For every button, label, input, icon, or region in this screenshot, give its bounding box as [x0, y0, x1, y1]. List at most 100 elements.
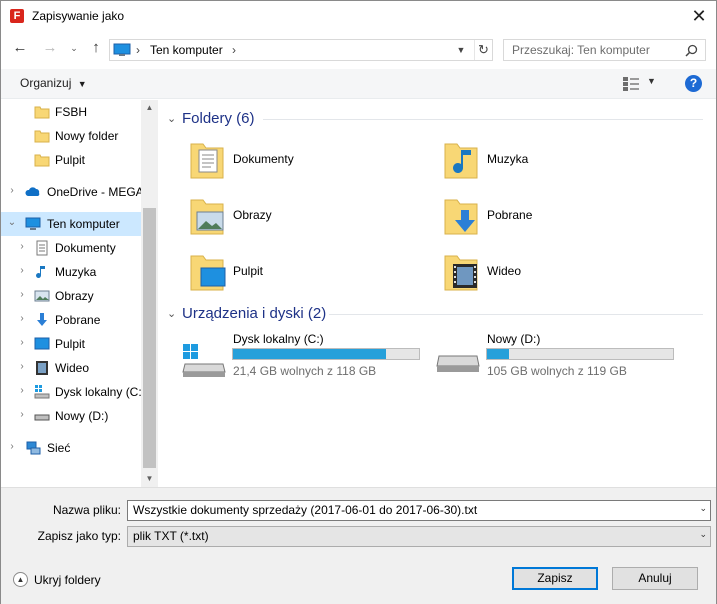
sidebar-item-label: Sieć — [47, 441, 71, 455]
address-dropdown-icon[interactable]: ▼ — [452, 40, 470, 60]
chevron-down-icon[interactable]: ⌄ — [699, 529, 707, 540]
video-folder-icon — [444, 255, 478, 291]
file-type-select[interactable]: plik TXT (*.txt) ⌄ — [127, 526, 711, 547]
refresh-icon[interactable]: ↻ — [474, 40, 492, 60]
sidebar-item-label: Pobrane — [55, 313, 101, 327]
folders-group-title[interactable]: Foldery (6) — [182, 110, 255, 127]
scroll-down-icon[interactable]: ▼ — [141, 471, 158, 487]
window-title: Zapisywanie jako — [32, 9, 125, 23]
sidebar-item-siec[interactable]: › Sieć — [1, 436, 141, 460]
sidebar-item-muzyka[interactable]: › Muzyka — [1, 260, 141, 284]
search-icon — [685, 44, 698, 57]
help-icon[interactable]: ? — [685, 75, 702, 92]
breadcrumb-location[interactable]: Ten komputer — [150, 41, 223, 59]
scroll-thumb[interactable] — [143, 208, 156, 468]
sidebar-item-ten-komputer[interactable]: ⌄ Ten komputer — [1, 212, 141, 236]
folder-icon — [34, 154, 50, 167]
back-arrow-icon[interactable]: ← — [11, 39, 29, 57]
address-bar[interactable]: › Ten komputer › ▼ ↻ — [109, 39, 493, 61]
drive-tile-d[interactable]: Nowy (D:) 105 GB wolnych z 119 GB — [433, 330, 683, 380]
sidebar-item-fsbh[interactable]: FSBH — [1, 100, 141, 124]
sidebar-item-dokumenty[interactable]: › Dokumenty — [1, 236, 141, 260]
expand-chevron-icon[interactable]: › — [7, 441, 17, 452]
group-divider — [263, 119, 703, 120]
collapse-chevron-icon[interactable]: ⌄ — [7, 217, 17, 228]
close-icon[interactable]: ✕ — [687, 5, 711, 27]
drive-usage-fill — [487, 349, 510, 359]
sidebar-scrollbar[interactable]: ▲ ▼ — [141, 100, 158, 487]
folder-tile-pobrane[interactable]: Pobrane — [437, 194, 677, 238]
content-pane: ⌄ Foldery (6) Dokumenty Muzyka Obrazy Po… — [159, 100, 716, 487]
chevron-up-icon: ▲ — [13, 572, 28, 587]
group-collapse-icon[interactable]: ⌄ — [167, 112, 176, 125]
computer-icon — [25, 217, 41, 230]
documents-icon — [36, 240, 48, 256]
folder-tile-pulpit[interactable]: Pulpit — [183, 250, 423, 294]
folder-icon — [34, 130, 50, 143]
search-box[interactable]: Przeszukaj: Ten komputer — [503, 39, 706, 61]
expand-chevron-icon[interactable]: › — [17, 241, 27, 252]
breadcrumb-chevron-icon[interactable]: › — [136, 41, 140, 59]
onedrive-icon — [25, 187, 40, 196]
save-button[interactable]: Zapisz — [512, 567, 598, 590]
sidebar-item-pulpit[interactable]: › Pulpit — [1, 332, 141, 356]
sidebar-item-label: Wideo — [55, 361, 90, 375]
sidebar-item-onedrive[interactable]: › OneDrive - MEGA — [1, 180, 143, 204]
search-input[interactable]: Przeszukaj: Ten komputer — [512, 42, 650, 58]
up-arrow-icon[interactable]: ↑ — [87, 39, 105, 57]
folder-tile-obrazy[interactable]: Obrazy — [183, 194, 423, 238]
expand-chevron-icon[interactable]: › — [17, 265, 27, 276]
local-disk-icon — [34, 385, 50, 399]
folder-label: Wideo — [487, 264, 522, 278]
expand-chevron-icon[interactable]: › — [17, 337, 27, 348]
drive-usage-bar — [486, 348, 674, 360]
folder-tile-dokumenty[interactable]: Dokumenty — [183, 138, 423, 182]
network-icon — [26, 441, 41, 455]
drive-tile-c[interactable]: Dysk lokalny (C:) 21,4 GB wolnych z 118 … — [179, 330, 429, 380]
group-collapse-icon[interactable]: ⌄ — [167, 307, 176, 320]
file-type-value[interactable]: plik TXT (*.txt) — [133, 529, 209, 543]
sidebar-item-label: Pulpit — [55, 337, 86, 351]
drive-label: Nowy (D:) — [487, 332, 541, 346]
filename-field[interactable]: Wszystkie dokumenty sprzedaży (2017-06-0… — [127, 500, 711, 521]
save-as-dialog: F Zapisywanie jako ✕ ← → ⌄ ↑ › Ten kompu… — [0, 0, 717, 604]
expand-chevron-icon[interactable]: › — [17, 313, 27, 324]
view-options-icon[interactable] — [623, 77, 639, 91]
organize-menu[interactable]: Organizuj ▼ — [20, 76, 87, 90]
folder-tile-muzyka[interactable]: Muzyka — [437, 138, 677, 182]
drive-usage-fill — [233, 349, 386, 359]
breadcrumb-chevron-icon[interactable]: › — [232, 41, 236, 59]
sidebar-item-nowy-d[interactable]: › Nowy (D:) — [1, 404, 141, 428]
downloads-folder-icon — [444, 199, 478, 235]
sidebar-item-pulpit-folder[interactable]: Pulpit — [1, 148, 141, 172]
recent-locations-chevron-icon[interactable]: ⌄ — [65, 39, 83, 57]
sidebar-item-label: Muzyka — [55, 265, 97, 279]
expand-chevron-icon[interactable]: › — [7, 185, 17, 196]
filename-value[interactable]: Wszystkie dokumenty sprzedaży (2017-06-0… — [133, 503, 477, 517]
chevron-down-icon[interactable]: ⌄ — [699, 503, 707, 514]
downloads-icon — [37, 313, 47, 326]
drives-group-title[interactable]: Urządzenia i dyski (2) — [182, 305, 326, 322]
forward-arrow-icon[interactable]: → — [41, 39, 59, 57]
sidebar-item-nowy-folder[interactable]: Nowy folder — [1, 124, 141, 148]
folder-label: Muzyka — [487, 152, 529, 166]
sidebar-item-label: Obrazy — [55, 289, 94, 303]
sidebar-item-pobrane[interactable]: › Pobrane — [1, 308, 141, 332]
folder-tile-wideo[interactable]: Wideo — [437, 250, 677, 294]
expand-chevron-icon[interactable]: › — [17, 361, 27, 372]
scroll-up-icon[interactable]: ▲ — [141, 100, 158, 116]
expand-chevron-icon[interactable]: › — [17, 409, 27, 420]
computer-icon — [113, 43, 131, 56]
sidebar-item-label: Nowy (D:) — [55, 409, 109, 423]
view-dropdown-icon[interactable]: ▼ — [647, 76, 656, 86]
expand-chevron-icon[interactable]: › — [17, 289, 27, 300]
sidebar-item-obrazy[interactable]: › Obrazy — [1, 284, 141, 308]
sidebar-item-dysk-c[interactable]: › Dysk lokalny (C:) — [1, 380, 146, 404]
save-options-panel: Nazwa pliku: Wszystkie dokumenty sprzeda… — [1, 487, 716, 604]
expand-chevron-icon[interactable]: › — [17, 385, 27, 396]
music-folder-icon — [444, 143, 478, 179]
navigation-pane: FSBH Nowy folder Pulpit › OneDrive - MEG… — [1, 100, 158, 487]
sidebar-item-wideo[interactable]: › Wideo — [1, 356, 141, 380]
video-icon — [36, 361, 48, 375]
cancel-button[interactable]: Anuluj — [612, 567, 698, 590]
